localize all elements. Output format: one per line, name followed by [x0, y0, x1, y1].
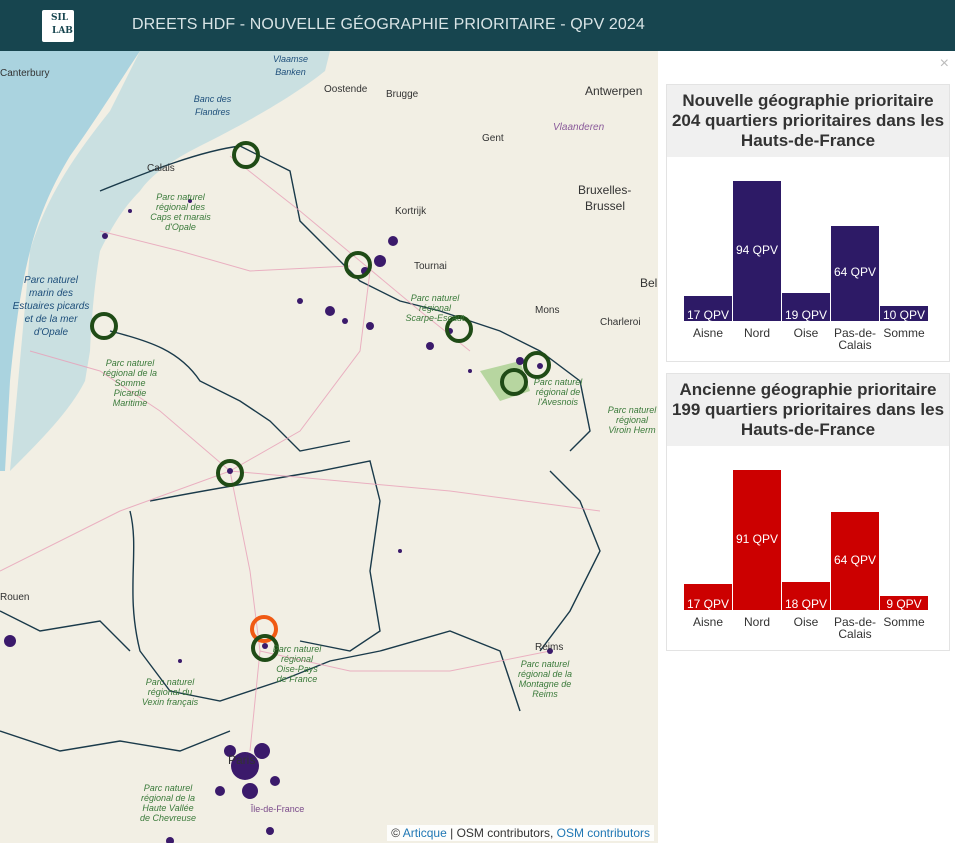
city-label: Calais [147, 163, 175, 174]
park-label: Parc naturel régional de la Somme Picard… [102, 358, 158, 408]
chart-data-label: 17 QPV [686, 597, 730, 611]
close-icon[interactable]: × [940, 55, 949, 73]
city-label: Reims [535, 642, 564, 653]
new-geography-chart: 17 QPV Aisne 94 QPV Nord 19 QPV Oise 64 QPV Pas… [667, 157, 949, 361]
park-label: Parc naturel régional de la Montagne de … [517, 659, 573, 699]
page-title: DREETS HDF - NOUVELLE GÉOGRAPHIE PRIORIT… [132, 16, 645, 33]
chart-data-label: 18 QPV [784, 597, 828, 611]
chart-data-label: 91 QPV [735, 532, 779, 546]
park-label: Parc naturel régional Viroin Herm [607, 405, 657, 435]
sea-label: Banc des Flandres [193, 94, 232, 117]
map-marker-maubeuge[interactable] [523, 351, 551, 379]
chart-data-label: 19 QPV [784, 308, 828, 322]
city-label: Charleroi [600, 317, 641, 328]
city-label: Bruxelles- [578, 183, 632, 197]
city-label: Oostende [324, 84, 368, 95]
park-label: Parc naturel régional Scarpe-Escaut [405, 293, 465, 323]
map-marker-boulogne[interactable] [90, 312, 118, 340]
city-label: Tournai [414, 261, 447, 272]
chart-data-label: 64 QPV [833, 552, 877, 567]
new-geography-card: Nouvelle géographie prioritaire 204 quar… [666, 84, 950, 362]
park-area [480, 361, 530, 401]
osm-link[interactable]: OSM contributors [557, 826, 650, 840]
city-label: Paris [228, 753, 256, 767]
city-label: Gent [482, 133, 504, 144]
city-label: Bel [640, 276, 658, 290]
chart-category-label: Somme [883, 326, 925, 340]
chart-category-label: Nord [743, 326, 770, 340]
city-label: Canterbury [0, 68, 50, 79]
chart-category-label: Aisne [692, 326, 724, 340]
chart-category-label: Pas-de-Calais [833, 615, 877, 641]
articque-link[interactable]: Articque [403, 826, 447, 840]
city-label: Kortrijk [395, 206, 427, 217]
new-geography-title: Nouvelle géographie prioritaire 204 quar… [667, 85, 949, 157]
chart-data-label: 10 QPV [882, 308, 926, 322]
region-label: Île-de-France [250, 804, 305, 814]
map-canvas[interactable] [0, 51, 658, 843]
chart-data-label: 64 QPV [833, 265, 877, 280]
park-label: Parc naturel régional des Caps et marais… [150, 192, 211, 232]
park-label: Parc naturel régional Oise-Pays de Franc… [272, 644, 322, 684]
old-geography-title: Ancienne géographie prioritaire 199 quar… [667, 374, 949, 446]
park-label: Parc naturel régional de la Haute Vallée… [139, 783, 197, 823]
park-label: Parc naturel régional du Vexin français [141, 677, 199, 707]
sea-label: Vlaamse Banken [272, 54, 308, 77]
map-view[interactable]: Canterbury Oostende Brugge Antwerpen Gen… [0, 51, 658, 843]
app-header: SIL LAB DREETS HDF - NOUVELLE GÉOGRAPHIE… [0, 0, 955, 51]
old-geography-card: Ancienne géographie prioritaire 199 quar… [666, 373, 950, 651]
city-label: Brussel [585, 199, 626, 213]
region-label: Vlaanderen [553, 122, 605, 133]
sea-label: Parc naturel marin des Estuaires picards… [12, 275, 90, 338]
city-label: Brugge [386, 89, 419, 100]
info-panel: × Nouvelle géographie prioritaire 204 qu… [658, 51, 955, 843]
chart-data-label: 94 QPV [735, 243, 779, 257]
chart-category-label: Somme [883, 615, 925, 629]
chart-category-label: Pas-de-Calais [833, 326, 877, 352]
city-label: Mons [535, 305, 560, 316]
silab-logo[interactable]: SIL LAB [42, 10, 74, 42]
chart-category-label: Nord [743, 615, 770, 629]
map-attribution: © Articque | OSM contributors, OSM contr… [387, 825, 654, 841]
city-label: Antwerpen [585, 84, 643, 98]
city-label: Rouen [0, 592, 30, 603]
old-geography-chart: 17 QPV Aisne 91 QPV Nord 18 QPV Oise 64 QPV Pas… [667, 446, 949, 650]
chart-data-label: 9 QPV [886, 597, 922, 611]
park-label: Parc naturel régional de l'Avesnois [533, 377, 583, 407]
chart-category-label: Oise [793, 615, 819, 629]
map-marker-dunkerque[interactable] [232, 141, 260, 169]
chart-data-label: 17 QPV [686, 308, 730, 322]
chart-category-label: Aisne [692, 615, 724, 629]
map-marker-lille[interactable] [344, 251, 372, 279]
chart-category-label: Oise [793, 326, 819, 340]
